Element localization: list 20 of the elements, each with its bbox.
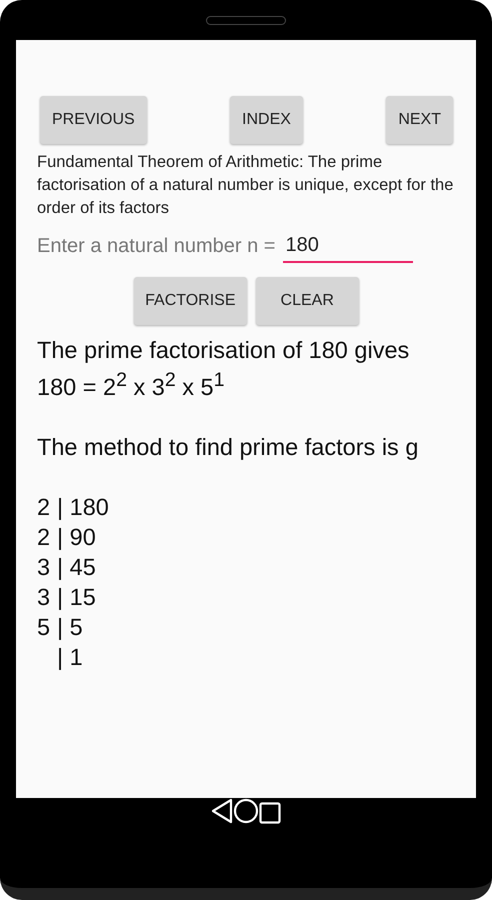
nav-button[interactable]: PREVIOUS <box>40 96 147 144</box>
division-step: 5 | 5 <box>37 612 456 642</box>
division-step: | 1 <box>37 642 456 672</box>
division-step: 2 | 90 <box>37 522 456 552</box>
nav-button[interactable]: INDEX <box>230 96 303 144</box>
result-line: The prime factorisation of 180 gives <box>37 336 410 365</box>
method-text: The method to find prime factors is g <box>37 432 420 462</box>
number-input-field[interactable]: 180 <box>283 230 414 263</box>
division-step: 3 | 15 <box>37 582 456 612</box>
division-step: 3 | 45 <box>37 552 456 582</box>
theorem-text: Fundamental Theorem of Arithmetic: The prime factorisation of a natural number is unique, except for the order of its factors <box>37 152 454 219</box>
action-button[interactable]: CLEAR <box>256 277 359 325</box>
action-button[interactable]: FACTORISE <box>134 277 247 325</box>
result-line: 180 = 2$^{2}$ x 3$^{2}$ x 5$^{1}$ <box>37 368 226 402</box>
home-icon[interactable] <box>233 798 259 824</box>
recent-apps-icon[interactable] <box>259 802 281 824</box>
nav-button[interactable]: NEXT <box>386 96 453 144</box>
input-label: Enter a natural number n = <box>37 235 276 258</box>
back-icon[interactable] <box>211 798 233 824</box>
division-step: 2 | 180 <box>37 492 456 522</box>
